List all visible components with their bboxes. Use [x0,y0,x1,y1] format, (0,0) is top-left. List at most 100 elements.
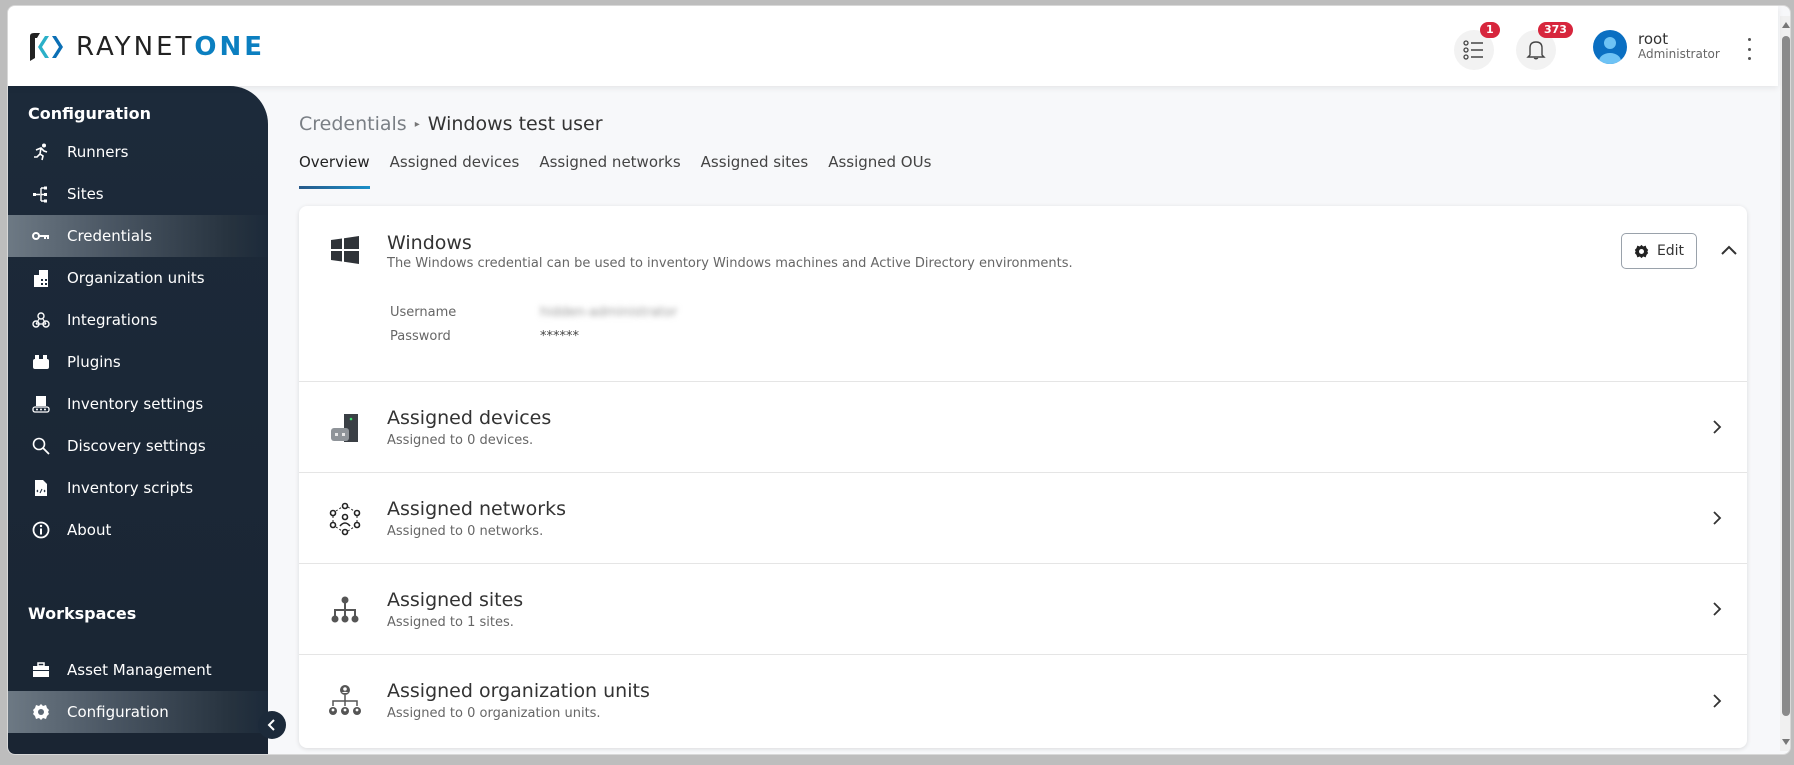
windows-logo-icon [327,232,363,268]
app-window: RAYNETONE 1 373 root Administrator Confi… [7,5,1791,755]
assigned-sites-row[interactable]: Assigned sites Assigned to 1 sites. [299,563,1747,654]
username-value: hidden-administrator [540,305,678,320]
credential-card: Windows The Windows credential can be us… [299,206,1747,748]
plugin-icon [31,352,51,372]
sidebar-item-label: Sites [67,185,104,203]
sidebar-item-label: Credentials [67,227,153,245]
sidebar-item-discovery-settings[interactable]: Discovery settings [8,425,268,467]
chevron-right-icon [1713,420,1722,434]
section-title: Assigned sites [387,589,524,611]
user-info: root Administrator [1638,32,1720,62]
credential-type-title: Windows [387,232,472,254]
sidebar-item-label: Runners [67,143,129,161]
breadcrumb-separator-icon: ▸ [414,118,420,130]
scroll-down-arrow-icon[interactable] [1781,737,1791,747]
breadcrumb: Credentials ▸ Windows test user [299,113,603,135]
sidebar: Configuration Runners Sites Credentials … [8,86,268,754]
key-icon [31,226,51,246]
chevron-right-icon [1713,511,1722,525]
notifications-button[interactable]: 373 [1516,22,1573,70]
user-icon [1599,37,1621,64]
sidebar-item-inventory-scripts[interactable]: Inventory scripts [8,467,268,509]
section-title: Assigned devices [387,407,552,429]
info-icon [31,520,51,540]
sidebar-item-label: Inventory scripts [67,479,194,497]
sidebar-item-organization-units[interactable]: Organization units [8,257,268,299]
vertical-scrollbar[interactable] [1780,16,1791,751]
sidebar-item-label: Inventory settings [67,395,204,413]
edit-button[interactable]: Edit [1621,233,1697,269]
sidebar-item-label: Discovery settings [67,437,206,455]
avatar [1593,30,1627,64]
section-title: Assigned networks [387,498,567,520]
more-options-icon[interactable] [1743,38,1755,60]
sidebar-item-label: About [67,521,112,539]
tab-overview[interactable]: Overview [299,153,370,189]
tab-assigned-ous[interactable]: Assigned OUs [828,153,931,189]
notifications-badge: 373 [1538,22,1573,38]
password-label: Password [390,329,451,344]
section-subtitle: Assigned to 0 networks. [387,524,544,539]
sidebar-item-sites[interactable]: Sites [8,173,268,215]
sidebar-section-configuration: Configuration [28,104,152,123]
tab-assigned-networks[interactable]: Assigned networks [539,153,680,189]
collapse-sidebar-button[interactable] [258,711,286,739]
sidebar-item-plugins[interactable]: Plugins [8,341,268,383]
tab-assigned-devices[interactable]: Assigned devices [390,153,520,189]
sidebar-item-configuration[interactable]: Configuration [8,691,268,733]
sidebar-item-credentials[interactable]: Credentials [8,215,268,257]
sidebar-item-about[interactable]: About [8,509,268,551]
section-subtitle: Assigned to 1 sites. [387,615,514,630]
chevron-right-icon [1713,602,1722,616]
top-header: RAYNETONE 1 373 root Administrator [8,6,1778,86]
section-subtitle: Assigned to 0 organization units. [387,706,601,721]
sidebar-item-label: Configuration [67,703,169,721]
building-icon [31,268,51,288]
logo-mark-icon [30,33,63,61]
password-value: ****** [540,329,579,344]
sidebar-section-workspaces: Workspaces [28,604,137,623]
breadcrumb-parent[interactable]: Credentials [299,113,407,135]
edit-button-label: Edit [1656,243,1685,259]
sidebar-item-integrations[interactable]: Integrations [8,299,268,341]
section-subtitle: Assigned to 0 devices. [387,433,534,448]
chevron-up-icon[interactable] [1719,240,1739,260]
username-label: Username [390,305,457,320]
chevron-right-icon [1713,694,1722,708]
credential-type-description: The Windows credential can be used to in… [387,256,1073,271]
search-icon [31,436,51,456]
sidebar-item-label: Integrations [67,311,158,329]
tasks-button[interactable]: 1 [1454,22,1500,70]
tab-bar: Overview Assigned devices Assigned netwo… [299,153,951,189]
webhook-icon [31,310,51,330]
tasks-badge: 1 [1480,22,1500,38]
sidebar-item-asset-management[interactable]: Asset Management [8,649,268,691]
task-list-icon [1463,40,1483,60]
conveyor-icon [31,394,51,414]
breadcrumb-current: Windows test user [427,113,603,135]
tab-assigned-sites[interactable]: Assigned sites [701,153,809,189]
logo-text: RAYNETONE [76,32,266,62]
scroll-up-arrow-icon[interactable] [1781,20,1791,30]
sidebar-item-label: Plugins [67,353,121,371]
user-menu[interactable]: root Administrator [1593,30,1720,64]
gear-icon [31,702,51,722]
code-file-icon [31,478,51,498]
briefcase-icon [31,660,51,680]
sites-tree-icon [31,184,51,204]
sidebar-item-label: Asset Management [67,661,212,679]
bell-icon [1526,41,1546,60]
chevron-left-icon [267,719,275,731]
sidebar-item-inventory-settings[interactable]: Inventory settings [8,383,268,425]
sidebar-item-runners[interactable]: Runners [8,131,268,173]
scrollbar-thumb[interactable] [1782,36,1790,716]
site-hierarchy-icon [327,592,363,628]
assigned-devices-row[interactable]: Assigned devices Assigned to 0 devices. [299,381,1747,472]
sidebar-item-label: Organization units [67,269,205,287]
raynetone-logo[interactable]: RAYNETONE [28,32,265,62]
runner-icon [31,142,51,162]
assigned-networks-row[interactable]: Assigned networks Assigned to 0 networks… [299,472,1747,563]
device-icon [327,410,363,446]
assigned-organization-units-row[interactable]: Assigned organization units Assigned to … [299,654,1747,748]
credential-details-section: Windows The Windows credential can be us… [299,206,1747,381]
